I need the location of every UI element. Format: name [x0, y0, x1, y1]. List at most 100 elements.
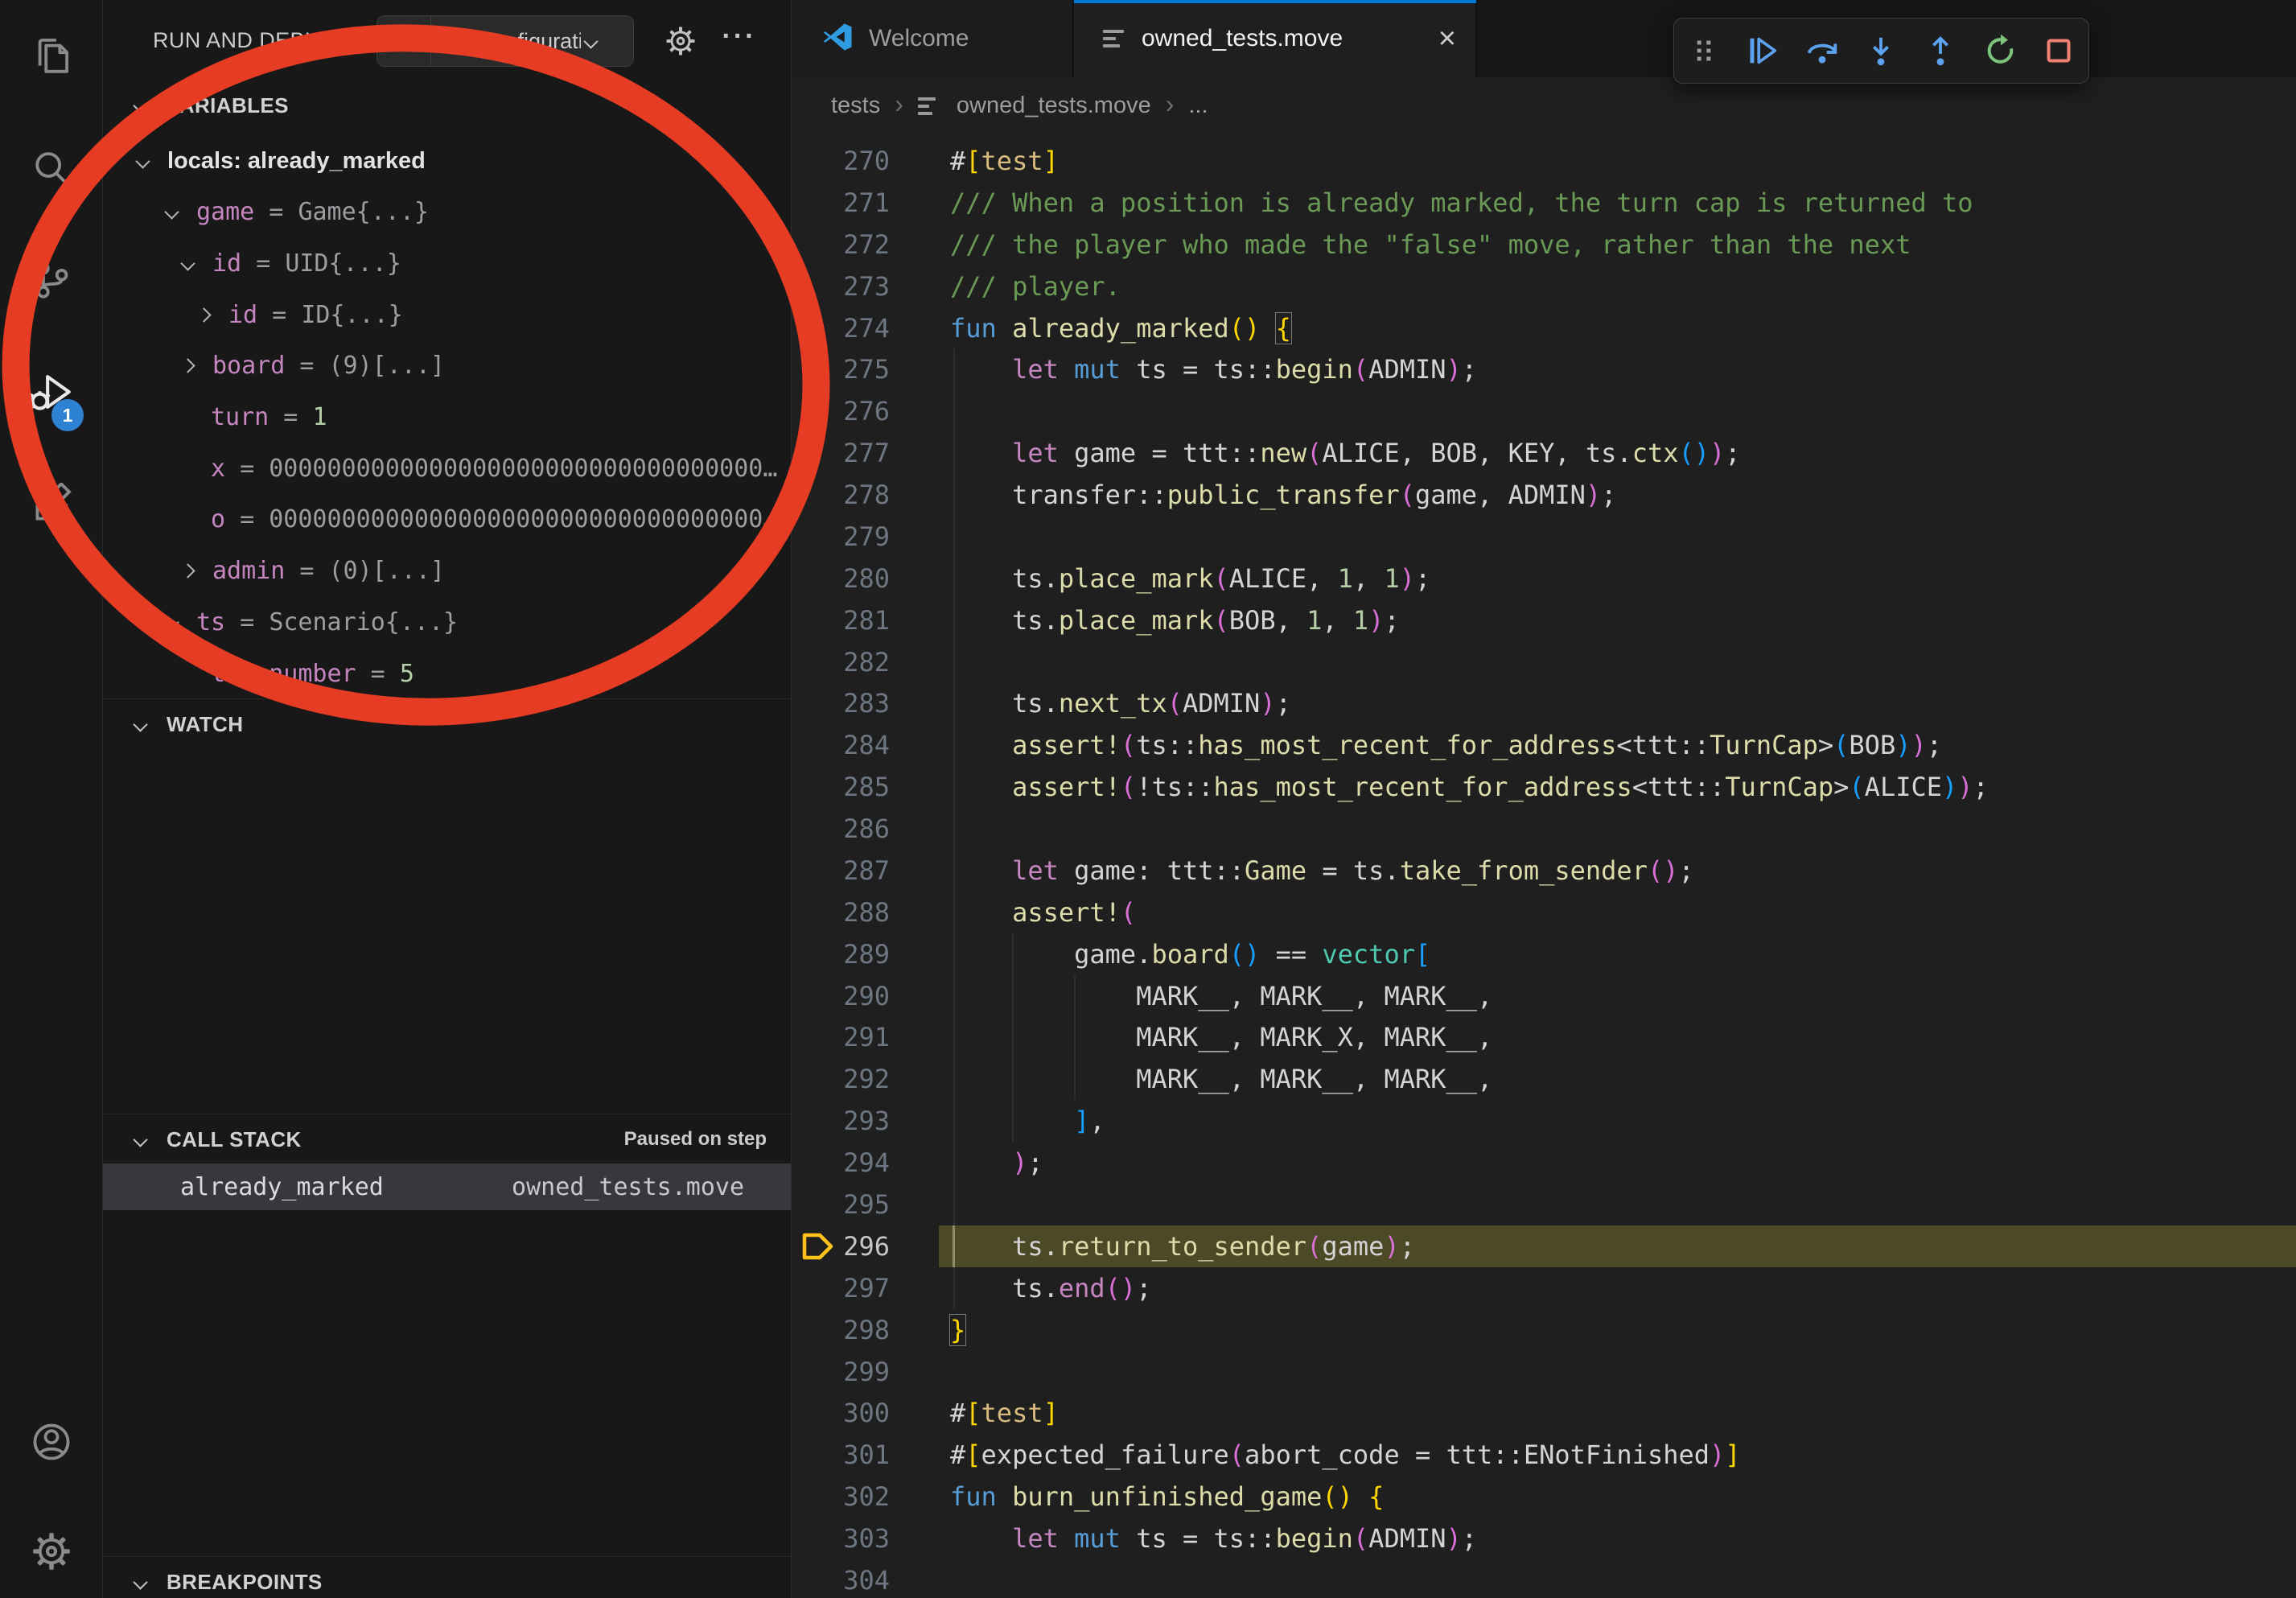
line-number[interactable]: 271	[792, 182, 890, 224]
line-number[interactable]: 285	[792, 766, 890, 808]
chevron-down-icon[interactable]	[164, 204, 179, 219]
code-line-299[interactable]: 299	[792, 1351, 2296, 1393]
call-stack-section-header[interactable]: CALL STACK Paused on step	[103, 1114, 791, 1164]
variable-row[interactable]: txn_number = 5	[103, 648, 786, 699]
code-line-303[interactable]: 303 let mut ts = ts::begin(ADMIN);	[792, 1518, 2296, 1559]
chevron-down-icon[interactable]	[164, 615, 179, 629]
line-number[interactable]: 286	[792, 808, 890, 850]
code-line-274[interactable]: 274fun already_marked() {	[792, 307, 2296, 349]
line-number[interactable]: 278	[792, 474, 890, 516]
chevron-down-icon[interactable]	[135, 154, 150, 168]
line-number[interactable]: 300	[792, 1392, 890, 1434]
code-line-300[interactable]: 300#[test]	[792, 1392, 2296, 1434]
line-number[interactable]: 302	[792, 1476, 890, 1518]
continue-icon[interactable]	[1737, 23, 1788, 78]
line-number[interactable]: 276	[792, 390, 890, 432]
code-line-294[interactable]: 294 );	[792, 1142, 2296, 1184]
code-area[interactable]: 270#[test]271/// When a position is alre…	[792, 134, 2296, 1598]
tab-welcome[interactable]: Welcome	[792, 0, 1073, 77]
variable-row[interactable]: turn = 1	[103, 392, 786, 443]
line-number[interactable]: 287	[792, 850, 890, 892]
stop-icon[interactable]	[2033, 23, 2084, 78]
code-line-278[interactable]: 278 transfer::public_transfer(game, ADMI…	[792, 474, 2296, 516]
more-actions-icon[interactable]: ···	[721, 18, 758, 55]
line-number[interactable]: 293	[792, 1100, 890, 1142]
code-line-301[interactable]: 301#[expected_failure(abort_code = ttt::…	[792, 1434, 2296, 1476]
breadcrumb-item-folder[interactable]: tests	[831, 93, 880, 119]
code-line-291[interactable]: 291 MARK__, MARK_X, MARK__,	[792, 1016, 2296, 1058]
code-line-302[interactable]: 302fun burn_unfinished_game() {	[792, 1476, 2296, 1518]
breadcrumb-item-symbol[interactable]: ...	[1188, 93, 1208, 119]
line-number[interactable]: 291	[792, 1016, 890, 1058]
line-number[interactable]: 303	[792, 1518, 890, 1559]
code-line-272[interactable]: 272/// the player who made the "false" m…	[792, 224, 2296, 266]
line-number[interactable]: 289	[792, 933, 890, 975]
scope-row[interactable]: locals: already_marked	[103, 135, 786, 187]
line-number[interactable]: 273	[792, 266, 890, 307]
code-line-295[interactable]: 295	[792, 1184, 2296, 1225]
close-icon[interactable]: ×	[1438, 23, 1456, 54]
chevron-right-icon[interactable]	[196, 307, 211, 322]
code-line-271[interactable]: 271/// When a position is already marked…	[792, 182, 2296, 224]
settings-gear-icon[interactable]	[0, 1527, 102, 1575]
restart-icon[interactable]	[1974, 23, 2026, 78]
code-line-287[interactable]: 287 let game: ttt::Game = ts.take_from_s…	[792, 850, 2296, 892]
code-line-285[interactable]: 285 assert!(!ts::has_most_recent_for_add…	[792, 766, 2296, 808]
variable-row[interactable]: x = 000000000000000000000000000000000000…	[103, 443, 786, 494]
line-number[interactable]: 290	[792, 975, 890, 1017]
code-line-289[interactable]: 289 game.board() == vector[	[792, 933, 2296, 975]
line-number[interactable]: 288	[792, 892, 890, 933]
code-line-273[interactable]: 273/// player.	[792, 266, 2296, 307]
code-line-280[interactable]: 280 ts.place_mark(ALICE, 1, 1);	[792, 558, 2296, 599]
line-number[interactable]: 282	[792, 641, 890, 683]
chevron-down-icon[interactable]	[180, 256, 195, 270]
variables-section-header[interactable]: VARIABLES	[103, 80, 791, 130]
search-icon[interactable]	[0, 145, 102, 193]
code-line-282[interactable]: 282	[792, 641, 2296, 683]
code-line-275[interactable]: 275 let mut ts = ts::begin(ADMIN);	[792, 348, 2296, 390]
line-number[interactable]: 299	[792, 1351, 890, 1393]
run-and-debug-icon[interactable]	[0, 369, 102, 417]
tab-owned-tests-move[interactable]: owned_tests.move ×	[1074, 0, 1476, 77]
line-number[interactable]: 272	[792, 224, 890, 266]
code-line-292[interactable]: 292 MARK__, MARK__, MARK__,	[792, 1058, 2296, 1100]
line-number[interactable]: 283	[792, 682, 890, 724]
code-line-288[interactable]: 288 assert!(	[792, 892, 2296, 933]
code-line-270[interactable]: 270#[test]	[792, 140, 2296, 182]
line-number[interactable]: 281	[792, 599, 890, 641]
code-line-281[interactable]: 281 ts.place_mark(BOB, 1, 1);	[792, 599, 2296, 641]
line-number[interactable]: 304	[792, 1559, 890, 1598]
chevron-right-icon[interactable]	[180, 359, 195, 373]
breakpoints-section-header[interactable]: BREAKPOINTS	[103, 1556, 791, 1598]
variable-row[interactable]: ts = Scenario{...}	[103, 596, 786, 648]
line-number[interactable]: 280	[792, 558, 890, 599]
chevron-down-icon[interactable]	[583, 34, 598, 48]
watch-section-header[interactable]: WATCH	[103, 698, 791, 749]
line-number[interactable]: 270	[792, 140, 890, 182]
line-number[interactable]: 301	[792, 1434, 890, 1476]
code-line-297[interactable]: 297 ts.end();	[792, 1267, 2296, 1309]
code-line-296[interactable]: 296 ts.return_to_sender(game);	[792, 1225, 2296, 1267]
variable-row[interactable]: board = (9)[...]	[103, 340, 786, 392]
code-line-279[interactable]: 279	[792, 516, 2296, 558]
variable-row[interactable]: id = ID{...}	[103, 289, 786, 340]
code-line-284[interactable]: 284 assert!(ts::has_most_recent_for_addr…	[792, 724, 2296, 766]
code-line-286[interactable]: 286	[792, 808, 2296, 850]
explorer-icon[interactable]	[0, 31, 102, 80]
code-line-276[interactable]: 276	[792, 390, 2296, 432]
start-debugging-icon[interactable]	[377, 24, 430, 58]
code-line-304[interactable]: 304	[792, 1559, 2296, 1598]
variable-row[interactable]: o = 000000000000000000000000000000000000…	[103, 494, 786, 546]
source-control-icon[interactable]	[0, 256, 102, 304]
code-line-290[interactable]: 290 MARK__, MARK__, MARK__,	[792, 975, 2296, 1017]
step-into-icon[interactable]	[1855, 23, 1907, 78]
line-number[interactable]: 275	[792, 348, 890, 390]
account-icon[interactable]	[0, 1418, 102, 1466]
call-stack-frame[interactable]: already_marked owned_tests.move	[103, 1163, 791, 1210]
line-number[interactable]: 298	[792, 1309, 890, 1351]
step-out-icon[interactable]	[1915, 23, 1966, 78]
config-dropdown[interactable]: No Configurations	[444, 29, 581, 54]
line-number[interactable]: 274	[792, 307, 890, 349]
drag-handle-icon[interactable]	[1678, 23, 1730, 78]
variable-row[interactable]: id = UID{...}	[103, 237, 786, 289]
